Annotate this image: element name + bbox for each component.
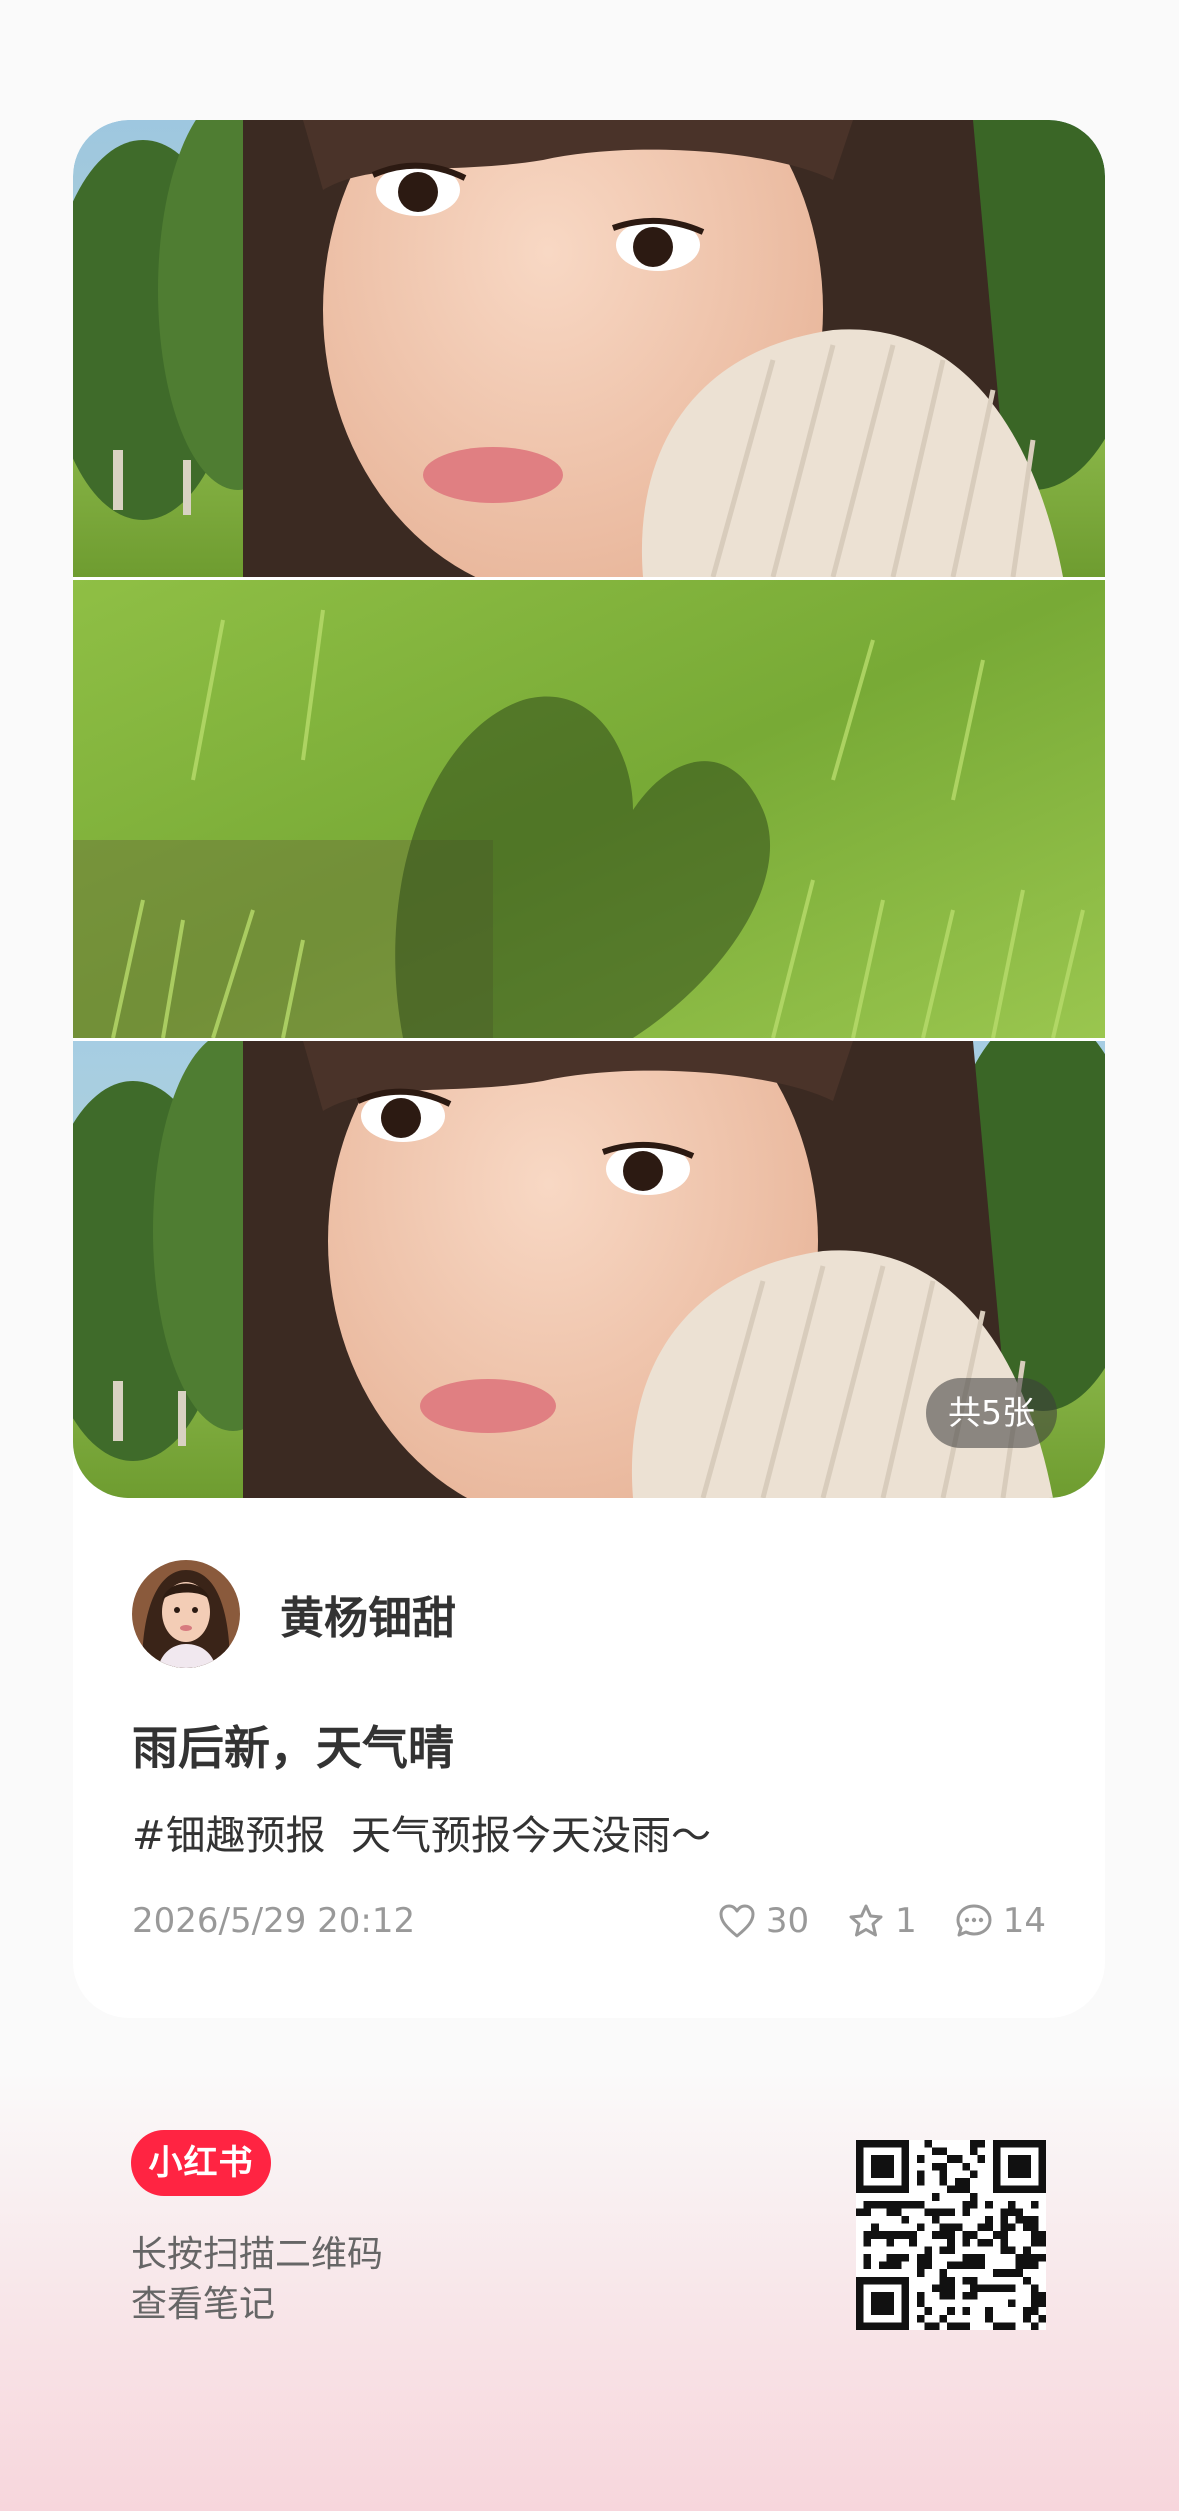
scan-hint: 长按扫描二维码 查看笔记 — [131, 2230, 383, 2330]
scan-hint-line-2: 查看笔记 — [131, 2284, 276, 2325]
heart-icon — [719, 1904, 755, 1938]
comment-stat[interactable]: 14 — [955, 1901, 1046, 1941]
note-title: 雨后新，天气晴 — [132, 1721, 454, 1775]
author-row[interactable]: 黄杨钿甜 — [132, 1560, 456, 1668]
photo-panel-selfie — [73, 120, 1105, 577]
star-icon — [849, 1904, 883, 1937]
like-count: 30 — [765, 1901, 810, 1941]
like-stat[interactable]: 30 — [718, 1901, 809, 1941]
photo-panel-grass — [73, 580, 1105, 1038]
author-name[interactable]: 黄杨钿甜 — [280, 1582, 456, 1646]
scan-hint-line-1: 长按扫描二维码 — [131, 2234, 384, 2275]
qr-code[interactable] — [856, 2140, 1046, 2330]
comment-icon — [956, 1904, 992, 1937]
collect-count: 1 — [895, 1901, 917, 1941]
note-card[interactable]: 共5张 黄杨钿甜 雨后新，天气晴 #钿趣预报 天气预报今天没雨～ 2026/5/… — [73, 120, 1105, 2018]
user-avatar[interactable] — [132, 1560, 240, 1668]
comment-count: 14 — [1002, 1901, 1046, 1941]
note-stats: 30 1 14 — [680, 1901, 1046, 1941]
note-meta-row: 2026/5/29 20:12 30 1 14 — [132, 1896, 1046, 1946]
xiaohongshu-logo: 小红书 — [131, 2130, 271, 2196]
collect-stat[interactable]: 1 — [847, 1901, 917, 1941]
note-photo-collage[interactable]: 共5张 — [73, 120, 1105, 1498]
photo-count-badge: 共5张 — [926, 1378, 1057, 1448]
note-date: 2026/5/29 20:12 — [132, 1901, 416, 1941]
note-description: #钿趣预报 天气预报今天没雨～ — [132, 1813, 711, 1859]
